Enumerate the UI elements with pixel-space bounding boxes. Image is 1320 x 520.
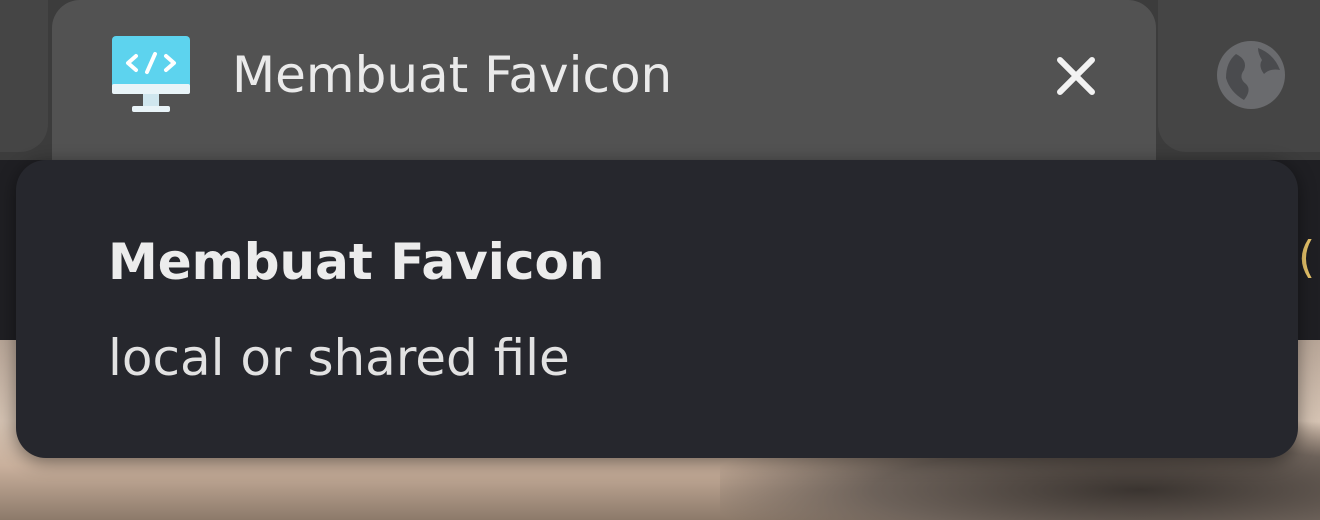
tab-hover-card: Membuat Favicon local or shared file xyxy=(16,160,1298,458)
previous-tab[interactable] xyxy=(0,0,48,152)
close-icon xyxy=(1057,57,1095,95)
tab-title: Membuat Favicon xyxy=(232,46,673,104)
globe-icon xyxy=(1217,41,1285,109)
hover-card-title: Membuat Favicon xyxy=(108,233,605,291)
hover-card-subtitle: local or shared file xyxy=(108,329,570,387)
tab-strip: Membuat Favicon xyxy=(0,0,1320,160)
monitor-code-icon xyxy=(112,36,190,112)
tab-close-button[interactable] xyxy=(1048,48,1104,104)
page-text-fragment: ( xyxy=(1298,232,1316,283)
